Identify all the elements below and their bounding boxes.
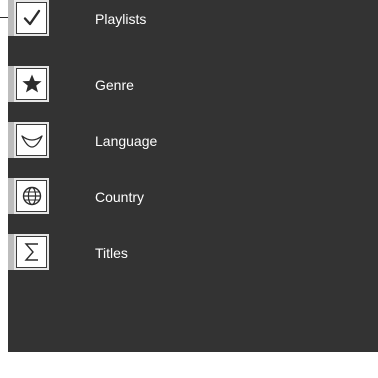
menu-item-titles[interactable]: Titles bbox=[8, 234, 378, 280]
menu-item-playlists[interactable]: Playlists bbox=[8, 0, 378, 46]
menu-item-label: Playlists bbox=[95, 11, 147, 27]
icon-tile bbox=[8, 122, 49, 158]
tile-edge bbox=[8, 0, 14, 36]
tile-edge bbox=[8, 178, 14, 214]
menu-item-genre[interactable]: Genre bbox=[8, 66, 378, 112]
menu-item-country[interactable]: Country bbox=[8, 178, 378, 224]
menu-item-label: Genre bbox=[95, 77, 134, 93]
menu-item-label: Language bbox=[95, 133, 158, 149]
globe-icon bbox=[16, 180, 47, 212]
icon-tile bbox=[8, 178, 49, 214]
menu-panel: Playlists Genre Language Country Titles bbox=[8, 0, 378, 352]
icon-tile bbox=[8, 234, 49, 270]
star-icon bbox=[16, 68, 47, 100]
tile-edge bbox=[8, 234, 14, 270]
category-menu: Playlists Genre Language Country Titles bbox=[8, 0, 378, 352]
menu-item-language[interactable]: Language bbox=[8, 122, 378, 168]
menu-item-label: Country bbox=[95, 189, 145, 205]
icon-tile bbox=[8, 0, 49, 36]
tile-edge bbox=[8, 66, 14, 102]
icon-tile bbox=[8, 66, 49, 102]
menu-item-label: Titles bbox=[95, 245, 128, 261]
tile-edge bbox=[8, 122, 14, 158]
sigma-icon bbox=[16, 236, 47, 268]
checkmark-icon bbox=[16, 2, 47, 34]
page: Playlists Genre Language Country Titles bbox=[0, 0, 378, 378]
smile-curve-icon bbox=[16, 124, 47, 156]
